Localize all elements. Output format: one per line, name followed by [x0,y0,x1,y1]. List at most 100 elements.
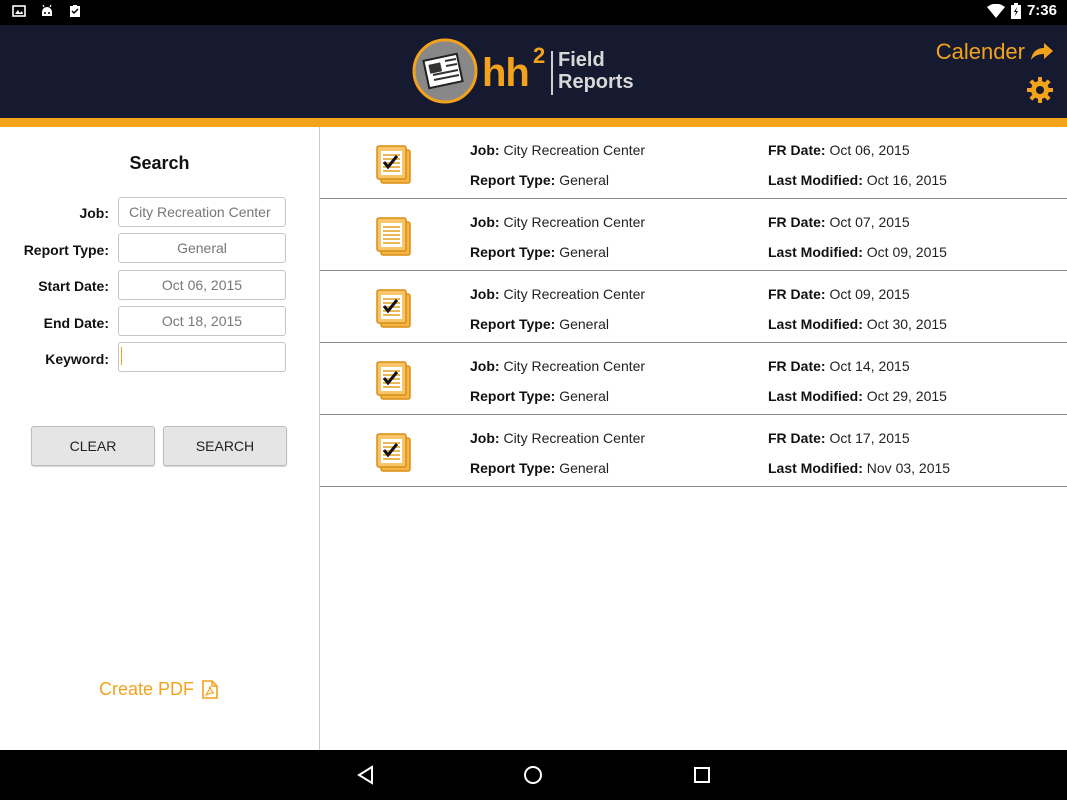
fr-date-field-label: FR Date: [768,358,826,374]
report-row[interactable]: Job: City Recreation Center Report Type:… [320,127,1067,199]
fr-date-field-label: FR Date: [768,214,826,230]
checked-clipboard-icon [376,289,411,328]
calendar-label: Calender [935,39,1025,64]
checked-clipboard-icon [376,433,411,472]
report-type-field-label: Report Type: [470,460,556,476]
search-button[interactable]: SEARCH [163,426,287,466]
job-line: Job: City Recreation Center [470,430,645,446]
status-bar: 7:36 [0,0,1067,25]
fr-date-value: Oct 09, 2015 [829,286,910,302]
pdf-icon [202,680,218,699]
job-value: City Recreation Center [503,286,646,302]
job-label: Job: [79,205,109,221]
logo-divider [551,51,553,95]
report-type-value: General [559,316,610,332]
report-type-value: General [559,244,610,260]
hh2-field-reports-logo: hh 2 Field Reports [412,37,642,105]
report-type-label: Report Type: [23,242,109,258]
logo-field-text: Field [558,49,605,71]
job-value: City Recreation Center [503,430,646,446]
fr-date-line: FR Date: Oct 09, 2015 [768,286,910,302]
logo-hh-text: hh [482,51,530,95]
newspaper-logo-icon [412,38,478,104]
job-field-label: Job: [470,142,500,158]
last-modified-field-label: Last Modified: [768,172,863,188]
app-header: hh 2 Field Reports Calender [0,25,1067,118]
last-modified-field-label: Last Modified: [768,388,863,404]
recents-icon[interactable] [691,764,713,786]
fr-date-field-label: FR Date: [768,430,826,446]
last-modified-line: Last Modified: Oct 30, 2015 [768,316,947,332]
report-type-line: Report Type: General [470,388,609,404]
job-field[interactable] [118,197,286,227]
report-type-line: Report Type: General [470,460,609,476]
report-row[interactable]: Job: City Recreation Center Report Type:… [320,415,1067,487]
end-date-label: End Date: [43,315,109,331]
last-modified-value: Oct 09, 2015 [866,244,947,260]
start-date-label: Start Date: [38,278,109,294]
last-modified-field-label: Last Modified: [768,460,863,476]
clear-button[interactable]: CLEAR [31,426,155,466]
report-type-line: Report Type: General [470,316,609,332]
report-type-field-label: Report Type: [470,244,556,260]
checked-clipboard-icon [376,145,411,184]
report-row[interactable]: Job: City Recreation Center Report Type:… [320,271,1067,343]
report-row[interactable]: Job: City Recreation Center Report Type:… [320,199,1067,271]
system-navigation-bar [0,750,1067,800]
calendar-button[interactable]: Calender [936,39,1053,65]
search-panel: Search Job: Report Type: Start Date: End… [0,127,319,750]
create-pdf-button[interactable]: Create PDF [99,679,218,700]
start-date-field[interactable] [118,270,286,300]
job-line: Job: City Recreation Center [470,358,645,374]
fr-date-line: FR Date: Oct 06, 2015 [768,142,910,158]
text-cursor [121,347,122,365]
job-value: City Recreation Center [503,214,646,230]
logo-superscript: 2 [533,43,546,68]
report-type-value: General [559,172,610,188]
keyword-field[interactable] [118,342,286,372]
report-type-field[interactable] [118,233,286,263]
last-modified-field-label: Last Modified: [768,316,863,332]
keyword-label: Keyword: [45,351,109,367]
fr-date-value: Oct 06, 2015 [829,142,910,158]
job-value: City Recreation Center [503,142,646,158]
job-line: Job: City Recreation Center [470,214,645,230]
clipboard-icon [376,217,411,256]
job-field-label: Job: [470,214,500,230]
last-modified-value: Oct 30, 2015 [866,316,947,332]
last-modified-line: Last Modified: Oct 29, 2015 [768,388,947,404]
last-modified-value: Oct 29, 2015 [866,388,947,404]
report-type-line: Report Type: General [470,244,609,260]
image-notification-icon [12,5,26,17]
fr-date-value: Oct 14, 2015 [829,358,910,374]
fr-date-line: FR Date: Oct 17, 2015 [768,430,910,446]
android-notification-icon [42,4,52,16]
last-modified-value: Nov 03, 2015 [866,460,951,476]
report-row[interactable]: Job: City Recreation Center Report Type:… [320,343,1067,415]
fr-date-line: FR Date: Oct 14, 2015 [768,358,910,374]
wifi-icon [986,3,1005,18]
job-value: City Recreation Center [503,358,646,374]
report-type-field-label: Report Type: [470,172,556,188]
job-field-label: Job: [470,358,500,374]
report-type-value: General [559,388,610,404]
report-list: Job: City Recreation Center Report Type:… [320,127,1067,487]
clipboard-check-notification-icon [70,5,80,17]
logo-reports-text: Reports [558,71,634,93]
last-modified-line: Last Modified: Nov 03, 2015 [768,460,950,476]
job-line: Job: City Recreation Center [470,142,645,158]
checked-clipboard-icon [376,361,411,400]
home-icon[interactable] [522,764,544,786]
job-field-label: Job: [470,286,500,302]
job-line: Job: City Recreation Center [470,286,645,302]
gear-icon[interactable] [1027,77,1053,103]
last-modified-line: Last Modified: Oct 09, 2015 [768,244,947,260]
report-type-field-label: Report Type: [470,316,556,332]
report-type-line: Report Type: General [470,172,609,188]
end-date-field[interactable] [118,306,286,336]
fr-date-field-label: FR Date: [768,142,826,158]
search-title: Search [129,153,190,173]
create-pdf-label: Create PDF [99,679,195,699]
back-icon[interactable] [355,764,377,786]
share-arrow-icon [1031,43,1053,60]
